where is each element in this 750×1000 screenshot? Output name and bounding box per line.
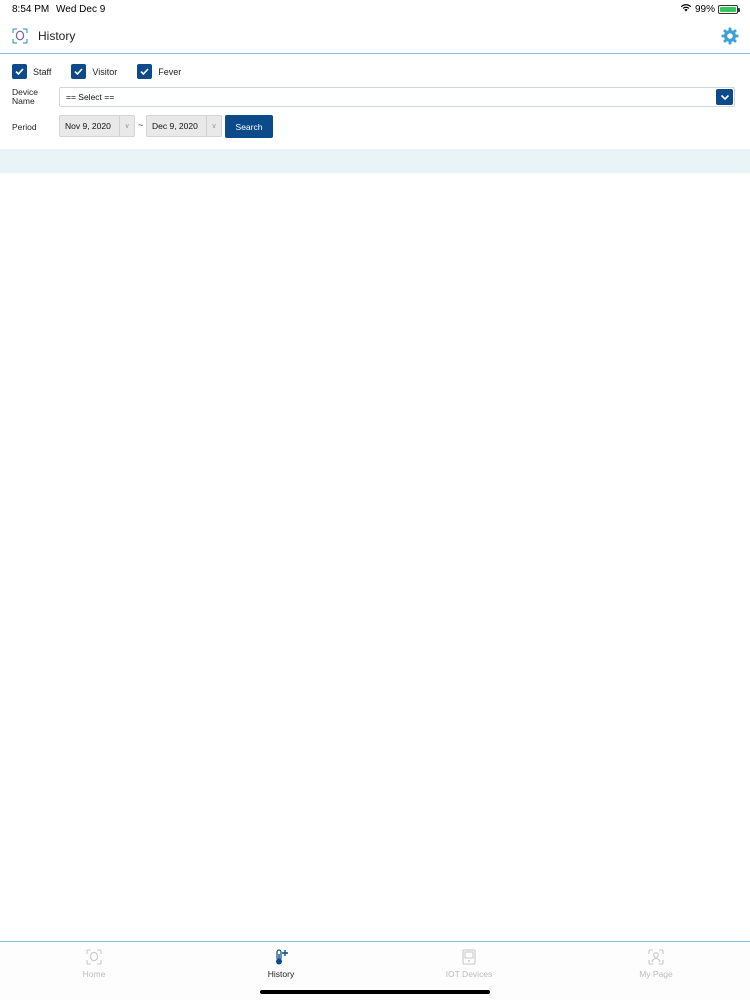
- status-bar: 8:54 PM Wed Dec 9 99%: [0, 0, 750, 20]
- status-date: Wed Dec 9: [56, 4, 106, 15]
- period-label: Period: [12, 122, 37, 132]
- results-header-band: [0, 149, 750, 173]
- visitor-checkbox-label: Visitor: [92, 66, 118, 77]
- status-time: 8:54 PM: [12, 4, 50, 15]
- battery-percent: 99%: [694, 3, 715, 15]
- face-scan-icon: [86, 949, 102, 965]
- date-from-field[interactable]: Nov 9, 2020 ∨: [59, 115, 135, 137]
- battery-level: [720, 6, 736, 12]
- device-select-value: == Select ==: [66, 92, 115, 102]
- thermometer-plus-icon: [276, 949, 288, 965]
- check-icon: [74, 68, 83, 76]
- profile-scan-icon: [648, 949, 664, 965]
- chevron-down-icon: ∨: [206, 116, 221, 136]
- tab-home[interactable]: Home: [44, 948, 144, 979]
- gear-icon: [721, 27, 739, 45]
- tab-my-page[interactable]: My Page: [606, 948, 706, 979]
- date-to-field[interactable]: Dec 9, 2020 ∨: [146, 115, 222, 137]
- device-name-label-text: Device Name: [12, 87, 38, 106]
- checkbox-row: Staff Visitor Fever: [12, 64, 201, 79]
- staff-checkbox-label: Staff: [33, 66, 52, 77]
- status-indicators: 99%: [680, 3, 740, 15]
- home-indicator[interactable]: [260, 990, 490, 994]
- search-button[interactable]: Search: [225, 115, 273, 138]
- battery-icon: [718, 4, 740, 14]
- history-screen: 8:54 PM Wed Dec 9 99% History Staff Visi…: [0, 0, 750, 1000]
- fever-checkbox[interactable]: [137, 64, 153, 79]
- device-select-toggle[interactable]: [716, 89, 733, 105]
- tab-iot-devices-label: IOT Devices: [445, 969, 493, 979]
- tab-history-label: History: [267, 969, 295, 979]
- app-header: History: [0, 20, 750, 54]
- page-title: History: [38, 29, 76, 43]
- staff-checkbox[interactable]: [12, 64, 27, 79]
- tab-iot-devices[interactable]: IOT Devices: [419, 948, 519, 979]
- face-scan-logo-icon: [11, 27, 29, 45]
- check-icon: [140, 68, 149, 76]
- check-icon: [15, 68, 24, 76]
- tab-history[interactable]: History: [231, 948, 331, 979]
- chevron-down-icon: [720, 94, 729, 100]
- tab-my-page-label: My Page: [639, 969, 673, 979]
- device-name-label: Device Name: [12, 88, 46, 106]
- date-to-value: Dec 9, 2020: [152, 121, 198, 131]
- settings-button[interactable]: [720, 26, 740, 46]
- date-from-value: Nov 9, 2020: [65, 121, 111, 131]
- device-icon: [462, 949, 476, 965]
- fever-checkbox-label: Fever: [158, 66, 182, 77]
- wifi-icon: [680, 3, 692, 15]
- tab-home-label: Home: [82, 969, 106, 979]
- chevron-down-icon: ∨: [119, 116, 134, 136]
- device-select[interactable]: == Select ==: [59, 87, 735, 107]
- visitor-checkbox[interactable]: [71, 64, 87, 79]
- date-separator: ~: [138, 120, 144, 130]
